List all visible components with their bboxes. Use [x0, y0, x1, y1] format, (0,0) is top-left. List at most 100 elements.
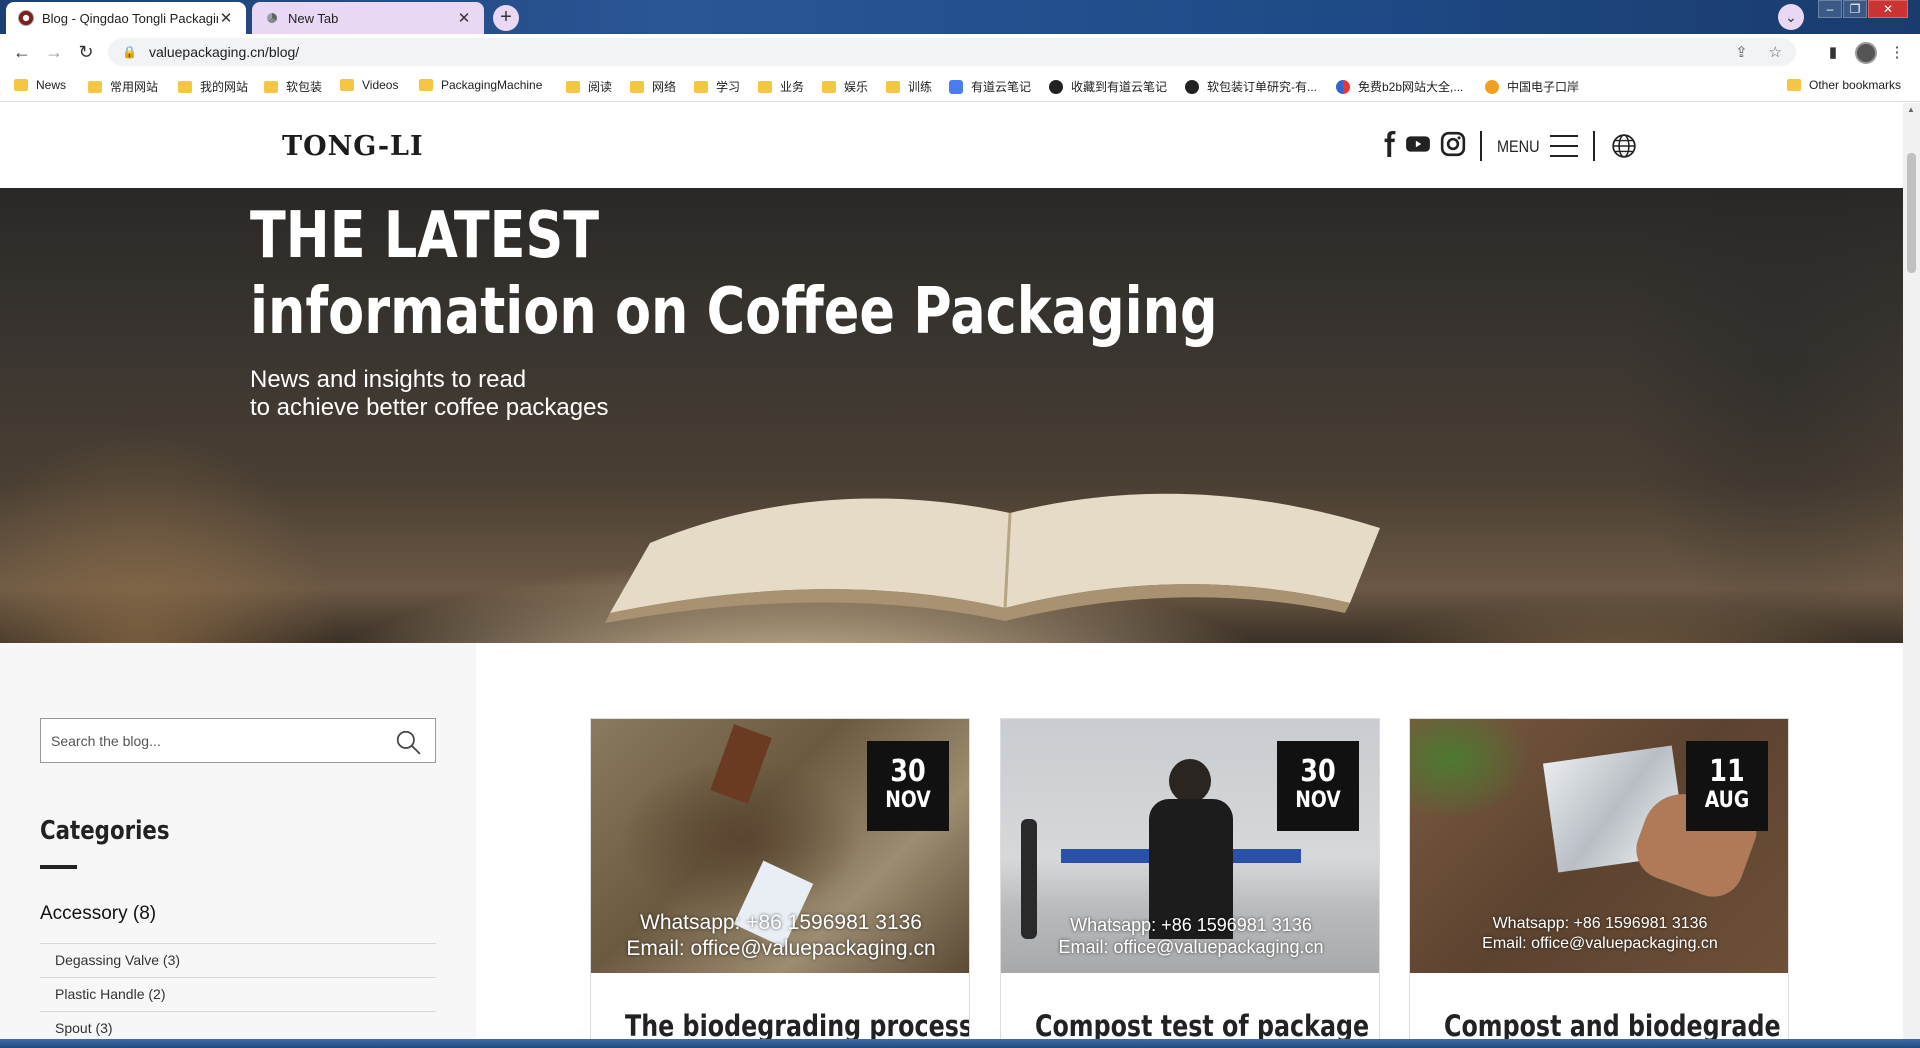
- open-book-illustration: [605, 493, 1380, 623]
- watermark-email: Email: office@valuepackaging.cn: [626, 937, 936, 960]
- tab-title: Blog - Qingdao Tongli Packaging: [42, 10, 218, 26]
- category-accessory[interactable]: Accessory (8): [40, 903, 156, 925]
- close-window-icon[interactable]: ✕: [1868, 0, 1908, 18]
- shovel-shape: [710, 724, 772, 804]
- omnibox-actions: ⇪ ☆: [1735, 43, 1782, 61]
- site-favicon-icon: [18, 10, 34, 26]
- post-title[interactable]: Compost and biodegrade: [1444, 1009, 1781, 1043]
- subcategory-list: Degassing Valve (3) Plastic Handle (2) S…: [40, 943, 436, 1045]
- category-plastic-handle[interactable]: Plastic Handle (2): [40, 977, 436, 1011]
- watermark-whatsapp: Whatsapp: +86 1596981 3136: [1492, 915, 1708, 932]
- bookmark-videos[interactable]: Videos: [340, 78, 398, 92]
- kebab-menu-icon[interactable]: ⋮: [1886, 42, 1908, 64]
- folder-icon: [694, 80, 708, 93]
- bookmark-folder[interactable]: 训练: [886, 78, 932, 95]
- blog-post-grid: 30 NOV Whatsapp: +86 1596981 3136 Email:…: [476, 643, 1903, 1048]
- close-tab-icon[interactable]: ✕: [456, 9, 472, 27]
- header-divider: [1480, 131, 1482, 161]
- hero-banner: THE LATEST information on Coffee Packagi…: [0, 188, 1903, 643]
- folder-icon: [264, 80, 278, 93]
- menu-label[interactable]: MENU: [1497, 137, 1540, 157]
- search-icon[interactable]: [395, 729, 421, 755]
- post-thumbnail[interactable]: 11 AUG Whatsapp: +86 1596981 3136 Email:…: [1410, 719, 1788, 973]
- blog-search-box: [40, 718, 436, 763]
- folder-icon: [88, 80, 102, 93]
- other-bookmarks[interactable]: Other bookmarks: [1787, 78, 1901, 92]
- post-thumbnail[interactable]: 30 NOV Whatsapp: +86 1596981 3136 Email:…: [591, 719, 969, 973]
- new-tab-button[interactable]: +: [493, 5, 519, 31]
- bookmark-folder[interactable]: 业务: [758, 78, 804, 95]
- bookmark-packagingmachine[interactable]: PackagingMachine: [419, 78, 542, 92]
- bookmark-folder[interactable]: 娱乐: [822, 78, 868, 95]
- blog-search-input[interactable]: [41, 719, 381, 762]
- tab-search-chevron-icon[interactable]: ⌄: [1778, 4, 1804, 30]
- bookmark-news[interactable]: News: [14, 78, 66, 92]
- hamburger-menu-icon[interactable]: [1550, 135, 1578, 157]
- post-card[interactable]: 30 NOV Whatsapp: +86 1596981 3136 Email:…: [1000, 718, 1380, 1048]
- folder-icon: [758, 80, 772, 93]
- tab-blog[interactable]: Blog - Qingdao Tongli Packaging ✕: [6, 2, 246, 34]
- category-degassing-valve[interactable]: Degassing Valve (3): [40, 943, 436, 977]
- post-card[interactable]: 11 AUG Whatsapp: +86 1596981 3136 Email:…: [1409, 718, 1789, 1048]
- hero-title: THE LATEST information on Coffee Packagi…: [250, 199, 1218, 349]
- watermark-whatsapp: Whatsapp: +86 1596981 3136: [640, 911, 922, 934]
- minimize-window-icon[interactable]: –: [1818, 0, 1842, 18]
- bookmark-folder[interactable]: 我的网站: [178, 78, 248, 95]
- post-title[interactable]: The biodegrading process: [625, 1009, 969, 1043]
- folder-icon: [419, 79, 433, 91]
- bookmark-folder[interactable]: 网络: [630, 78, 676, 95]
- restore-window-icon[interactable]: ❐: [1843, 0, 1867, 18]
- bookmark-order-research[interactable]: 软包装订单研究-有...: [1185, 78, 1317, 95]
- share-icon[interactable]: ⇪: [1735, 44, 1748, 61]
- watermark-email: Email: office@valuepackaging.cn: [1482, 935, 1718, 952]
- youtube-icon[interactable]: [1405, 131, 1431, 157]
- bookmark-youdao[interactable]: 有道云笔记: [949, 78, 1031, 95]
- bookmark-folder[interactable]: 学习: [694, 78, 740, 95]
- bookmark-save-youdao[interactable]: 收藏到有道云笔记: [1049, 78, 1167, 95]
- address-bar[interactable]: 🔒 valuepackaging.cn/blog/ ⇪ ☆: [108, 38, 1796, 66]
- bookmark-folder[interactable]: 常用网站: [88, 78, 158, 95]
- os-taskbar: [0, 1039, 1920, 1048]
- folder-icon: [1787, 79, 1801, 91]
- bookmark-folder[interactable]: 软包装: [264, 78, 322, 95]
- folder-icon: [630, 80, 644, 93]
- bookmark-star-icon[interactable]: ☆: [1769, 44, 1782, 61]
- tab-new-tab[interactable]: New Tab ✕: [252, 2, 484, 34]
- scroll-up-arrow-icon[interactable]: ▲: [1907, 105, 1915, 114]
- folder-icon: [822, 80, 836, 93]
- watermark-email: Email: office@valuepackaging.cn: [1058, 937, 1324, 957]
- post-card[interactable]: 30 NOV Whatsapp: +86 1596981 3136 Email:…: [590, 718, 970, 1048]
- site-logo[interactable]: TONG-LI: [282, 131, 424, 162]
- page-scrollbar[interactable]: ▲: [1903, 103, 1920, 1039]
- bookmark-china-eport[interactable]: 中国电子口岸: [1485, 78, 1579, 95]
- categories-heading: Categories: [40, 816, 170, 846]
- globe-link-icon: [1049, 79, 1063, 94]
- post-date-badge: 11 AUG: [1686, 741, 1768, 831]
- post-title[interactable]: Compost test of package: [1035, 1009, 1369, 1043]
- instagram-icon[interactable]: [1440, 131, 1466, 157]
- facebook-icon[interactable]: [1377, 131, 1403, 157]
- bookmark-b2b[interactable]: 免费b2b网站大全,...: [1336, 78, 1463, 95]
- folder-icon: [14, 79, 28, 91]
- back-arrow-icon[interactable]: ←: [10, 40, 34, 64]
- globe-language-icon[interactable]: [1611, 133, 1637, 159]
- chrome-icon: [264, 10, 280, 26]
- b2b-site-icon: [1336, 79, 1350, 94]
- tab-title: New Tab: [288, 10, 339, 26]
- browser-toolbar: ← → ↻ 🔒 valuepackaging.cn/blog/ ⇪ ☆ ▮ ⋮: [0, 34, 1920, 70]
- post-thumbnail[interactable]: 30 NOV Whatsapp: +86 1596981 3136 Email:…: [1001, 719, 1379, 973]
- site-header: TONG-LI MENU: [0, 103, 1903, 188]
- bookmarks-bar: News 常用网站 我的网站 软包装 Videos PackagingMachi…: [0, 70, 1920, 102]
- side-panel-icon[interactable]: ▮: [1822, 42, 1844, 64]
- hero-subtitle: News and insights to read to achieve bet…: [250, 366, 609, 421]
- scrollbar-thumb[interactable]: [1907, 153, 1916, 273]
- profile-avatar[interactable]: [1855, 42, 1877, 64]
- close-tab-icon[interactable]: ✕: [218, 9, 234, 27]
- bookmark-folder[interactable]: 阅读: [566, 78, 612, 95]
- watermark-whatsapp: Whatsapp: +86 1596981 3136: [1070, 915, 1312, 935]
- reload-icon[interactable]: ↻: [74, 40, 98, 64]
- lock-icon[interactable]: 🔒: [122, 45, 137, 59]
- browser-tab-strip: Blog - Qingdao Tongli Packaging ✕ New Ta…: [0, 0, 1920, 34]
- folder-icon: [566, 80, 580, 93]
- forward-arrow-icon[interactable]: →: [42, 40, 66, 64]
